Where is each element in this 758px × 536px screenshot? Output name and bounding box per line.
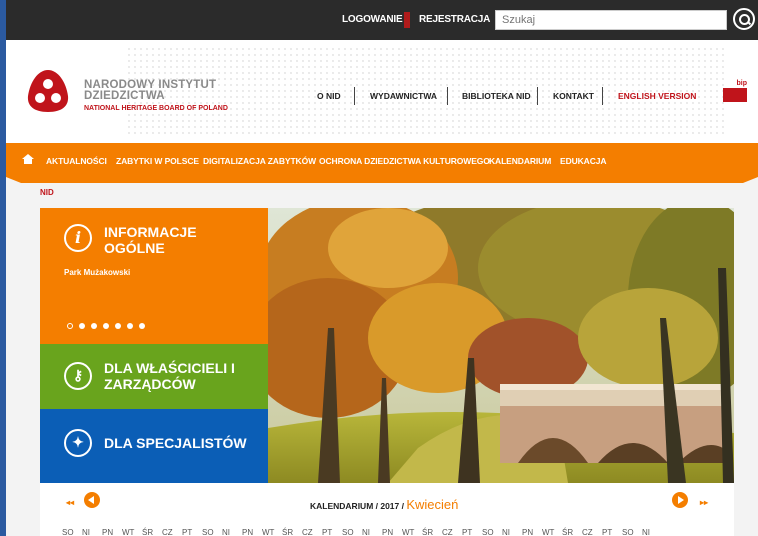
home-icon[interactable] — [22, 154, 34, 164]
topbar-separator — [404, 12, 410, 28]
calendar-day[interactable]: SO — [202, 528, 222, 536]
slide-dot[interactable] — [91, 323, 97, 329]
nid-logo-icon[interactable] — [26, 68, 70, 114]
specialists-panel-title: DLA SPECJALISTÓW — [104, 435, 247, 451]
calendar-day[interactable]: PT — [322, 528, 342, 536]
category-zabytki[interactable]: ZABYTKI W POLSCE — [116, 156, 199, 166]
search-input[interactable] — [495, 10, 727, 30]
calendar-title: KALENDARIUM / 2017 / Kwiecień — [310, 497, 458, 512]
calendar-day[interactable]: CZ — [582, 528, 602, 536]
slide-dot[interactable] — [127, 323, 133, 329]
category-edukacja[interactable]: EDUKACJA — [560, 156, 607, 166]
category-aktualnosci[interactable]: AKTUALNOŚCI — [46, 156, 107, 166]
calendar-day[interactable]: PT — [602, 528, 622, 536]
key-icon: ⚷ — [64, 362, 92, 390]
category-kalendarium[interactable]: KALENDARIUM — [489, 156, 551, 166]
next-year-icon[interactable]: ▸▸ — [700, 498, 708, 507]
category-digitalizacja[interactable]: DIGITALIZACJA ZABYTKÓW — [203, 156, 316, 166]
calendar-day[interactable]: ŚR — [422, 528, 442, 536]
bip-flag-icon — [723, 88, 747, 102]
nav-item-english[interactable]: ENGLISH VERSION — [618, 91, 696, 101]
specialists-panel[interactable]: ✦ DLA SPECJALISTÓW — [40, 409, 268, 483]
bip-label: bip — [736, 80, 748, 87]
info-panel-title: INFORMACJE OGÓLNE — [104, 224, 197, 256]
category-navigation: AKTUALNOŚCI ZABYTKI W POLSCE DIGITALIZAC… — [6, 143, 758, 177]
category-ochrona[interactable]: OCHRONA DZIEDZICTWA KULTUROWEGO — [319, 156, 490, 166]
calendar-day[interactable]: NI — [82, 528, 102, 536]
calendar-day[interactable]: PN — [102, 528, 122, 536]
slide-dot[interactable] — [79, 323, 85, 329]
calendar-day[interactable]: SO — [482, 528, 502, 536]
calendar-day[interactable]: CZ — [162, 528, 182, 536]
site-header: NARODOWY INSTYTUT DZIEDZICTWA NATIONAL H… — [6, 40, 758, 143]
next-month-button[interactable] — [672, 492, 688, 508]
calendar-day[interactable]: CZ — [302, 528, 322, 536]
calendar-title-prefix: KALENDARIUM / 2017 / — [310, 501, 407, 511]
breadcrumb[interactable]: NID — [40, 188, 54, 197]
nav-divider — [447, 87, 448, 105]
calendar-month: Kwiecień — [406, 497, 459, 512]
calendar-day[interactable]: PT — [462, 528, 482, 536]
nav-divider — [602, 87, 603, 105]
brand-subtitle: NATIONAL HERITAGE BOARD OF POLAND — [84, 105, 228, 112]
calendar-day[interactable]: WT — [402, 528, 422, 536]
calendar-day[interactable]: PN — [242, 528, 262, 536]
calendar-day[interactable]: SO — [622, 528, 642, 536]
info-icon: i — [64, 224, 92, 252]
slider-dots — [67, 316, 151, 334]
prev-year-icon[interactable]: ◂◂ — [66, 498, 74, 507]
park-photo — [268, 208, 734, 483]
slide-dot[interactable] — [67, 323, 73, 329]
login-link[interactable]: LOGOWANIE — [342, 14, 403, 25]
calendar-day[interactable]: PT — [182, 528, 202, 536]
calendar-day[interactable]: ŚR — [282, 528, 302, 536]
calendar-day[interactable]: NI — [222, 528, 242, 536]
brand-line-2: DZIEDZICTWA — [84, 90, 165, 102]
owners-panel[interactable]: ⚷ DLA WŁAŚCICIELI I ZARZĄDCÓW — [40, 344, 268, 409]
compass-icon: ✦ — [64, 429, 92, 457]
calendar-day[interactable]: NI — [502, 528, 522, 536]
slide-dot[interactable] — [115, 323, 121, 329]
slide-dot[interactable] — [139, 323, 145, 329]
calendar-day[interactable]: NI — [362, 528, 382, 536]
register-link[interactable]: REJESTRACJA — [419, 14, 490, 25]
calendar-day[interactable]: ŚR — [562, 528, 582, 536]
info-panel-subtitle: Park Mużakowski — [64, 268, 131, 277]
calendar-days-row: SO NI PN WT ŚR CZ PT SO NI PN WT ŚR CZ PT SO NI PN WT ŚR CZ… — [62, 528, 662, 536]
calendar-day[interactable]: WT — [122, 528, 142, 536]
info-panel[interactable]: i INFORMACJE OGÓLNE Park Mużakowski — [40, 208, 284, 344]
calendar-day[interactable]: PN — [382, 528, 402, 536]
calendar-day[interactable]: ŚR — [142, 528, 162, 536]
nav-item-kontakt[interactable]: KONTAKT — [553, 91, 594, 101]
brand-name[interactable]: NARODOWY INSTYTUT DZIEDZICTWA NATIONAL H… — [84, 79, 228, 114]
nav-divider — [537, 87, 538, 105]
calendar-day[interactable]: CZ — [442, 528, 462, 536]
calendar-day[interactable]: PN — [522, 528, 542, 536]
top-bar: LOGOWANIE REJESTRACJA — [6, 0, 758, 40]
nav-item-biblioteka[interactable]: BIBLIOTEKA NID — [462, 91, 531, 101]
prev-month-button[interactable] — [84, 492, 100, 508]
calendar-bar: ◂◂ KALENDARIUM / 2017 / Kwiecień ▸▸ SO NI… — [40, 483, 734, 536]
owners-panel-title: DLA WŁAŚCICIELI I ZARZĄDCÓW — [104, 360, 235, 392]
calendar-day[interactable]: SO — [62, 528, 82, 536]
nav-item-wydawnictwa[interactable]: WYDAWNICTWA — [370, 91, 437, 101]
calendar-day[interactable]: WT — [262, 528, 282, 536]
calendar-day[interactable]: SO — [342, 528, 362, 536]
nav-divider — [354, 87, 355, 105]
calendar-day[interactable]: WT — [542, 528, 562, 536]
search-icon[interactable] — [733, 8, 755, 30]
slide-dot[interactable] — [103, 323, 109, 329]
nav-item-onid[interactable]: O NID — [317, 91, 341, 101]
bip-link[interactable]: bip — [723, 80, 747, 106]
calendar-day[interactable]: NI — [642, 528, 662, 536]
